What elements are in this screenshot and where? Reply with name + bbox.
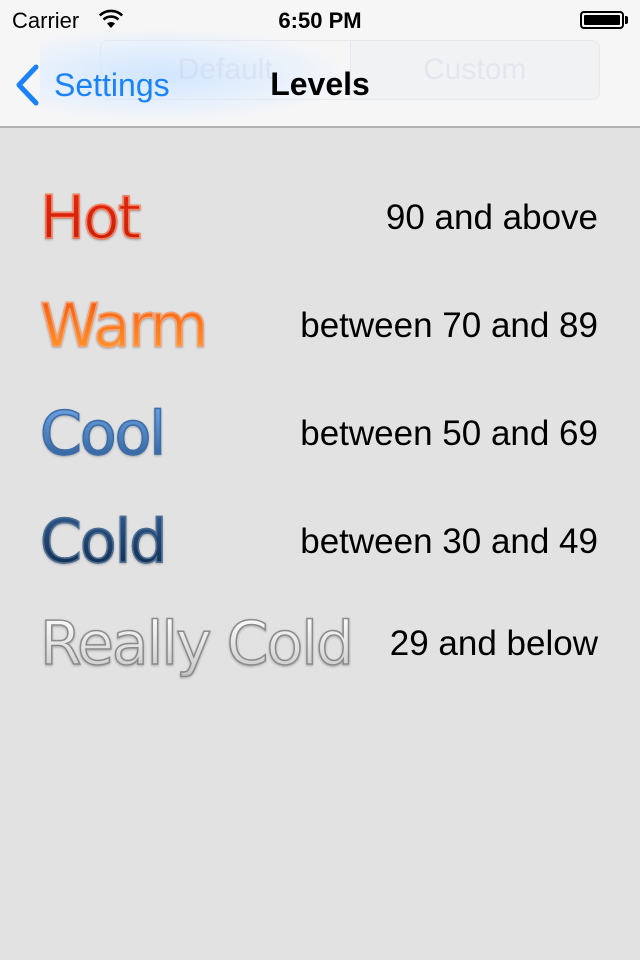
level-name: Really Cold [39,609,354,679]
navigation-bar: Default Custom Carrier 6:50 PM Settings … [0,0,640,128]
level-row-really-cold: Really Cold 29 and below [39,604,598,684]
level-range: between 70 and 89 [300,306,598,345]
level-name: Cool [39,399,166,469]
level-row-warm: Warm between 70 and 89 [39,286,598,366]
level-row-cold: Cold between 30 and 49 [39,502,598,582]
status-bar: Carrier 6:50 PM [0,0,640,40]
level-row-hot: Hot 90 and above [39,178,598,258]
level-range: between 30 and 49 [300,522,598,561]
level-name: Warm [39,291,209,361]
level-range: 90 and above [385,198,598,237]
battery-tip [625,16,628,24]
page-title: Levels [270,66,370,102]
battery-icon [580,11,624,29]
level-name: Hot [39,183,142,253]
level-range: between 50 and 69 [300,414,598,453]
level-row-cool: Cool between 50 and 69 [39,394,598,474]
level-name: Cold [39,507,168,577]
clock: 6:50 PM [278,8,362,33]
level-range: 29 and below [389,624,598,663]
